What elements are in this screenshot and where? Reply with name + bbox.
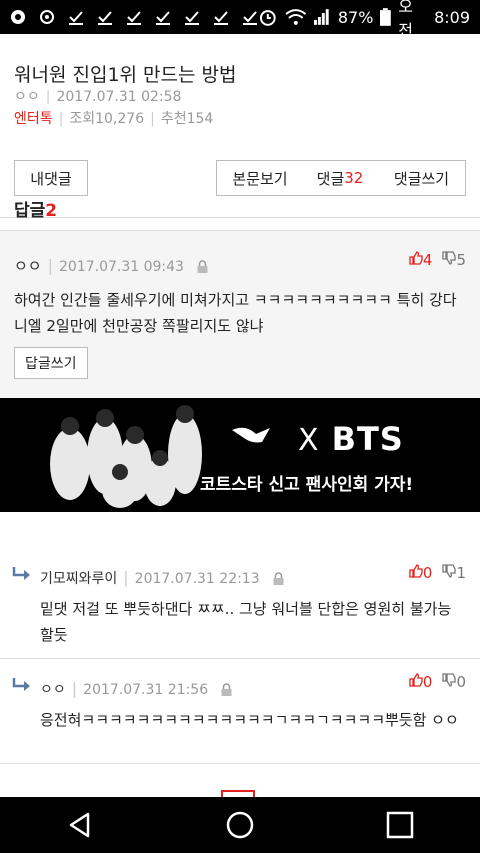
article-category[interactable]: 엔터톡	[14, 111, 53, 127]
ad-bts: BTS	[331, 420, 404, 458]
reply-arrow-icon	[12, 678, 30, 691]
reply-votes: 0 1	[409, 564, 466, 582]
upvote-button[interactable]: 4	[409, 251, 433, 269]
comments-count: 32	[344, 169, 364, 187]
app-notification-icon	[11, 10, 25, 24]
thumbs-up-icon	[409, 251, 423, 265]
lock-icon[interactable]	[197, 260, 208, 273]
view-body-button[interactable]: 본문보기	[216, 160, 304, 196]
reply-item: 기모찌와루이 | 2017.07.31 22:13 0 1 밑댓 저걸 또 뿌듯하댄…	[0, 546, 480, 658]
android-nav-bar	[0, 797, 480, 853]
reply-meta: ㅇㅇ | 2017.07.31 21:56	[40, 679, 232, 699]
upvote-count: 0	[422, 673, 433, 691]
downvote-button[interactable]: 1	[442, 564, 466, 582]
wifi-icon	[284, 9, 306, 25]
comment-author[interactable]: ㅇㅇ	[14, 257, 42, 275]
upvote-button[interactable]: 0	[409, 564, 433, 582]
lock-icon[interactable]	[221, 683, 232, 696]
check-icon	[69, 11, 83, 25]
check-icon	[243, 11, 257, 25]
write-comment-button[interactable]: 댓글쓰기	[378, 160, 466, 196]
article-views: 조회10,276	[69, 111, 145, 127]
reply-body: 밑댓 저걸 또 뿌듯하댄다 ㅉㅉ.. 그냥 워너블 단합은 영원히 불가능할듯	[40, 600, 452, 644]
downvote-button[interactable]: 0	[442, 673, 466, 691]
ad-x: X	[298, 423, 320, 458]
reply-write-label: 답글쓰기	[25, 356, 77, 372]
clock-time: 8:09	[434, 7, 470, 27]
lock-icon[interactable]	[273, 572, 284, 585]
article-title: 워너원 진입1위 만드는 방법	[14, 64, 237, 86]
reply-date: 2017.07.31 21:56	[83, 682, 209, 698]
downvote-count: 5	[456, 251, 466, 269]
thumbs-down-icon	[442, 564, 457, 578]
alarm-icon	[259, 10, 276, 26]
battery-percent: 87%	[337, 7, 374, 27]
check-icon	[98, 11, 112, 25]
article-author[interactable]: ㅇㅇ	[14, 89, 40, 105]
recent-apps-icon[interactable]	[385, 810, 415, 840]
replies-count: 2	[45, 201, 58, 221]
home-icon[interactable]	[225, 810, 255, 840]
downvote-count: 0	[456, 673, 466, 691]
comment-body: 하여간 인간들 줄세우기에 미쳐가지고 ㅋㅋㅋㅋㅋㅋㅋㅋㅋㅋ 특히 강다니엘 2…	[14, 291, 457, 335]
ad-collab: X BTS	[298, 420, 404, 458]
divider	[0, 763, 480, 764]
reply-arrow-icon	[12, 567, 30, 580]
view-body-label: 본문보기	[232, 169, 288, 188]
reply-write-button[interactable]: 답글쓰기	[14, 347, 88, 379]
my-comments-label: 내댓글	[30, 169, 72, 188]
signal-icon	[314, 9, 329, 25]
comment-votes: 4 5	[409, 251, 466, 269]
my-comments-button[interactable]: 내댓글	[14, 160, 88, 196]
reply-votes: 0 0	[409, 673, 466, 691]
replies-label: 답글	[14, 201, 46, 221]
thumbs-down-icon	[442, 673, 457, 687]
downvote-count: 1	[456, 564, 466, 582]
comment-date: 2017.07.31 09:43	[59, 259, 184, 275]
upvote-count: 4	[422, 251, 433, 269]
check-icon	[214, 11, 228, 25]
article-recommends: 추천154	[160, 111, 214, 127]
comments-button[interactable]: 댓글 32	[302, 160, 379, 196]
write-comment-label: 댓글쓰기	[393, 169, 450, 188]
back-icon[interactable]	[65, 810, 95, 840]
thumbs-up-icon	[409, 564, 423, 578]
ad-tagline: 코트스타 신고 팬사인회 가자!	[200, 475, 414, 495]
battery-icon	[380, 8, 392, 26]
article-stats: 엔터톡 | 조회10,276 | 추천154	[14, 111, 214, 127]
ad-banner[interactable]: X BTS 코트스타 신고 팬사인회 가자!	[0, 398, 480, 512]
upvote-count: 0	[422, 564, 433, 582]
check-icon	[185, 11, 199, 25]
thumbs-up-icon	[409, 673, 423, 687]
comments-label: 댓글	[316, 169, 345, 188]
article-date: 2017.07.31 02:58	[56, 89, 182, 105]
reply-meta: 기모찌와루이 | 2017.07.31 22:13	[40, 568, 284, 588]
article-meta: ㅇㅇ | 2017.07.31 02:58	[14, 89, 182, 105]
downvote-button[interactable]: 5	[442, 251, 466, 269]
reply-author[interactable]: 기모찌와루이	[40, 571, 117, 587]
main-comment: ㅇㅇ | 2017.07.31 09:43 4 5 하여간 인간들 줄세우기에 미쳐…	[0, 230, 480, 399]
status-bar: 87% 오전 8:09	[0, 0, 480, 40]
comment-meta: ㅇㅇ | 2017.07.31 09:43	[14, 255, 208, 276]
thumbs-down-icon	[442, 251, 457, 265]
clock-ampm: 오전	[398, 0, 413, 40]
upvote-button[interactable]: 0	[409, 673, 433, 691]
reply-date: 2017.07.31 22:13	[134, 571, 260, 587]
check-icon	[127, 11, 141, 25]
reply-item: ㅇㅇ | 2017.07.31 21:56 0 0 응전혀ㅋㅋㅋㅋㅋㅋㅋㅋㅋㅋㅋㅋㅋ…	[0, 659, 480, 763]
divider	[0, 217, 480, 218]
reply-body: 응전혀ㅋㅋㅋㅋㅋㅋㅋㅋㅋㅋㅋㅋㅋㅋㄱㅋㅋㄱㅋㅋㅋㅋ뿌듯함 ㅇㅇ	[40, 711, 459, 729]
check-icon	[156, 11, 170, 25]
sync-icon	[40, 10, 54, 24]
reply-author[interactable]: ㅇㅇ	[40, 682, 66, 698]
replies-heading: 답글2	[14, 196, 57, 221]
